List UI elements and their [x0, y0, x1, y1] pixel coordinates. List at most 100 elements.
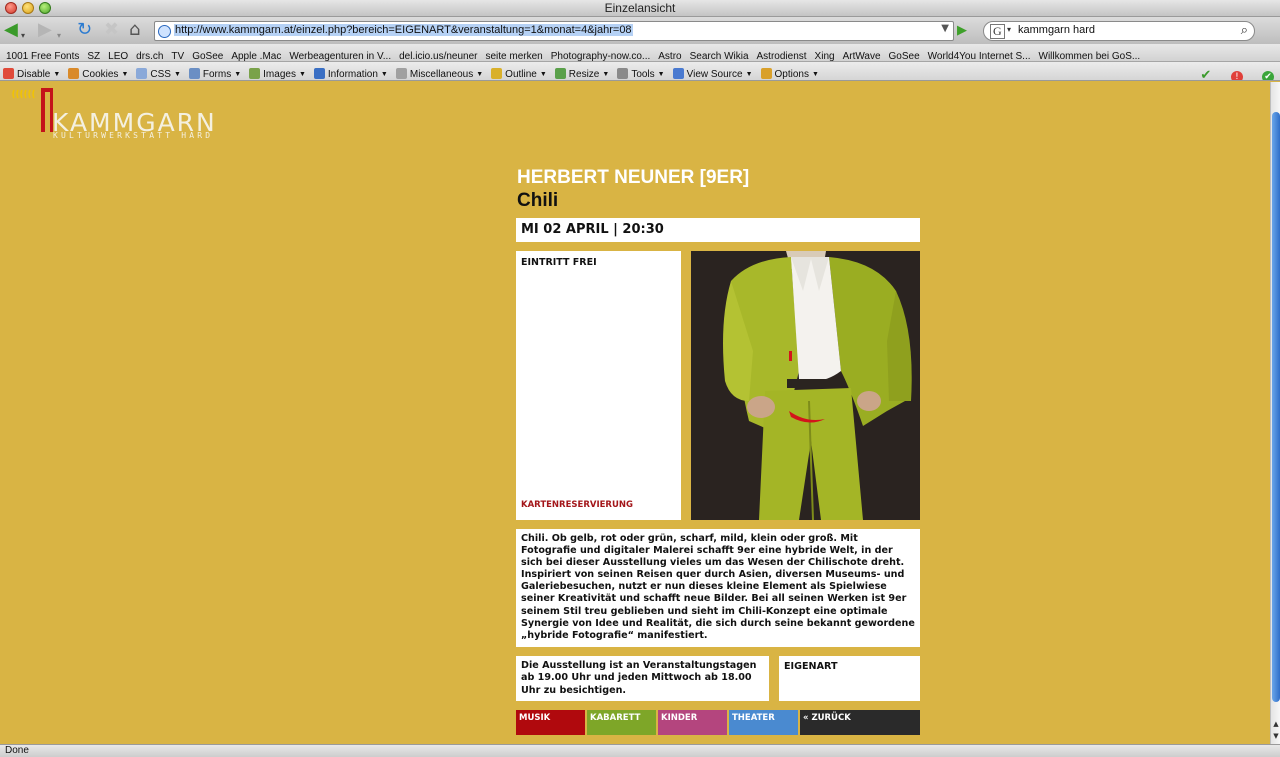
bookmark-item[interactable]: ArtWave — [843, 48, 881, 61]
info-icon — [313, 68, 325, 79]
dev-toolbar-menu-miscellaneous[interactable]: Miscellaneous ▼ — [395, 66, 483, 80]
event-date-box: MI 02 APRIL | 20:30 — [516, 218, 920, 242]
dev-toolbar-label: Information — [327, 69, 378, 80]
dropdown-caret-icon: ▼ — [602, 71, 610, 78]
bookmark-item[interactable]: Astrodienst — [757, 48, 807, 61]
dev-toolbar-menu-forms[interactable]: Forms ▼ — [188, 66, 242, 80]
form-icon — [188, 68, 200, 79]
checkmark-icon[interactable]: ✔ — [1200, 69, 1212, 80]
bookmark-item[interactable]: drs.ch — [136, 48, 163, 61]
opening-hours-text: Die Ausstellung ist an Veranstaltungstag… — [521, 660, 757, 696]
event-datetime: MI 02 APRIL | 20:30 — [521, 222, 664, 237]
go-arrow-icon[interactable]: ▶ — [957, 23, 967, 38]
bookmark-item[interactable]: SZ — [87, 48, 100, 61]
css-icon — [136, 68, 148, 79]
error-icon[interactable]: ! — [1230, 71, 1243, 80]
scroll-up-arrow-icon[interactable]: ▲ — [1271, 720, 1280, 730]
dev-toolbar-menu-view-source[interactable]: View Source ▼ — [672, 66, 753, 80]
stop-icon[interactable]: ✖ — [104, 20, 119, 40]
search-engine-caret-icon[interactable]: ▾ — [1007, 25, 1011, 34]
dev-toolbar-label: Cookies — [82, 69, 119, 80]
bookmark-item[interactable]: World4You Internet S... — [928, 48, 1031, 61]
dev-toolbar-menu-css[interactable]: CSS ▼ — [136, 66, 181, 80]
vertical-scrollbar[interactable]: ▲ ▼ — [1270, 82, 1280, 744]
dev-toolbar-label: Resize — [568, 69, 600, 80]
dropdown-caret-icon: ▼ — [173, 71, 181, 78]
wrench-icon — [617, 68, 629, 79]
bookmark-item[interactable]: GoSee — [889, 48, 920, 61]
bookmark-item[interactable]: seite merken — [486, 48, 543, 61]
ticket-reservation-link[interactable]: KARTENRESERVIERUNG — [521, 500, 633, 510]
bookmark-item[interactable]: Xing — [815, 48, 835, 61]
dev-toolbar-label: Tools — [631, 69, 655, 80]
bookmark-item[interactable]: Werbeagenturen in V... — [289, 48, 391, 61]
menu-item-kabarett[interactable]: KABARETT — [587, 710, 656, 735]
bookmark-item[interactable]: GoSee — [192, 48, 223, 61]
search-icon[interactable]: ⌕ — [1241, 23, 1248, 38]
bookmark-item[interactable]: TV — [171, 48, 184, 61]
bookmark-item[interactable]: LEO — [108, 48, 128, 61]
logo-subtitle: KULTURWERKSTATT HARD — [53, 131, 214, 140]
dev-toolbar-label: Images — [263, 69, 296, 80]
dev-toolbar-label: Disable — [17, 69, 51, 80]
dev-toolbar-label: CSS — [150, 69, 171, 80]
dev-toolbar-menu-outline[interactable]: Outline ▼ — [491, 66, 547, 80]
bookmark-item[interactable]: Willkommen bei GoS... — [1039, 48, 1141, 61]
menu-item-zurück[interactable]: « ZURÜCK — [800, 710, 920, 735]
event-title: Chili — [517, 190, 559, 211]
url-text[interactable]: http://www.kammgarn.at/einzel.php?bereic… — [174, 24, 633, 36]
dev-toolbar-menu-disable[interactable]: Disable ▼ — [3, 66, 61, 80]
web-developer-toolbar: Disable ▼ Cookies ▼ CSS ▼ Forms ▼ Images ▼ Informa… — [0, 62, 1280, 81]
logo-mark-icon — [12, 88, 53, 132]
dev-toolbar-menu-images[interactable]: Images ▼ — [249, 66, 306, 80]
page-content: KAMMGARN KULTURWERKSTATT HARD HERBERT NE… — [0, 82, 1270, 744]
search-engine-icon[interactable]: G — [990, 24, 1005, 39]
kammgarn-logo[interactable]: KAMMGARN KULTURWERKSTATT HARD — [10, 84, 250, 144]
dropdown-caret-icon: ▼ — [234, 71, 242, 78]
options-icon — [760, 68, 772, 79]
bookmark-item[interactable]: del.icio.us/neuner — [399, 48, 477, 61]
event-description-box: Chili. Ob gelb, rot oder grün, scharf, m… — [516, 529, 920, 647]
dev-toolbar-label: Options — [774, 69, 809, 80]
bookmark-item[interactable]: 1001 Free Fonts — [6, 48, 79, 61]
dev-toolbar-label: Outline — [505, 69, 537, 80]
dropdown-caret-icon: ▼ — [745, 71, 753, 78]
dropdown-caret-icon: ▼ — [539, 71, 547, 78]
scrollbar-thumb[interactable] — [1272, 112, 1280, 702]
event-photo — [691, 251, 920, 520]
menu-item-theater[interactable]: THEATER — [729, 710, 798, 735]
bookmark-item[interactable]: Astro — [658, 48, 681, 61]
dropdown-caret-icon: ▼ — [298, 71, 306, 78]
reload-icon[interactable]: ↻ — [77, 20, 92, 40]
status-bar: Done — [0, 744, 1280, 757]
site-favicon-icon — [158, 25, 171, 38]
dev-toolbar-menu-information[interactable]: Information ▼ — [313, 66, 388, 80]
url-bar[interactable]: http://www.kammgarn.at/einzel.php?bereic… — [154, 21, 954, 41]
dev-status-indicators: ✔ ! ✔ — [1186, 64, 1274, 80]
bookmark-item[interactable]: Photography-now.co... — [551, 48, 651, 61]
dropdown-caret-icon: ▼ — [53, 71, 61, 78]
search-input[interactable]: kammgarn hard — [1018, 24, 1095, 36]
dev-toolbar-menu-tools[interactable]: Tools ▼ — [617, 66, 665, 80]
home-icon[interactable]: ⌂ — [129, 20, 140, 40]
scroll-down-arrow-icon[interactable]: ▼ — [1271, 732, 1280, 742]
forward-arrow-icon[interactable]: ▶ — [38, 20, 52, 40]
back-history-caret-icon[interactable]: ▾ — [21, 26, 25, 46]
menu-item-musik[interactable]: MUSIK — [516, 710, 585, 735]
dev-toolbar-menu-options[interactable]: Options ▼ — [760, 66, 819, 80]
bookmark-item[interactable]: Apple .Mac — [231, 48, 281, 61]
category-menu: MUSIK KABARETT KINDER THEATER « ZURÜCK — [516, 710, 920, 735]
cookie-icon — [68, 68, 80, 79]
url-history-dropdown-icon[interactable]: ▼ — [941, 23, 949, 34]
dev-toolbar-menu-cookies[interactable]: Cookies ▼ — [68, 66, 128, 80]
valid-icon[interactable]: ✔ — [1262, 71, 1274, 80]
bookmark-item[interactable]: Search Wikia — [690, 48, 749, 61]
navigation-toolbar: ◀ ▾ ▶ ▾ ↻ ✖ ⌂ http://www.kammgarn.at/ein… — [0, 17, 1280, 44]
misc-icon — [395, 68, 407, 79]
back-arrow-icon[interactable]: ◀ — [4, 20, 18, 40]
search-box[interactable]: G ▾ kammgarn hard ⌕ — [983, 21, 1255, 41]
menu-item-kinder[interactable]: KINDER — [658, 710, 727, 735]
dropdown-caret-icon: ▼ — [811, 71, 819, 78]
dev-toolbar-menu-resize[interactable]: Resize ▼ — [554, 66, 610, 80]
forward-history-caret-icon[interactable]: ▾ — [57, 26, 61, 46]
